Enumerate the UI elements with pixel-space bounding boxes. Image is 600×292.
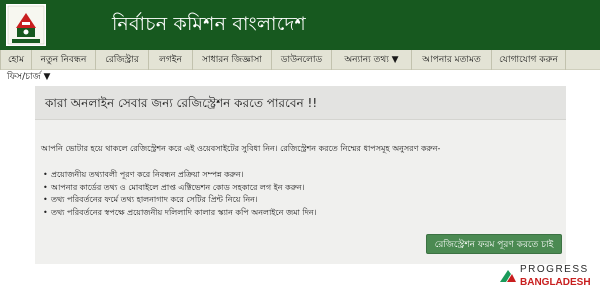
list-item: তথ্য পরিবর্তনের ফর্মে তথ্য হালনাগাদ করে …	[43, 194, 317, 207]
nav-fees-charges-dropdown[interactable]: ফিস/চার্জ ▼	[0, 70, 70, 87]
watermark-line-1: PROGRESS	[520, 264, 589, 275]
list-item: আপনার কার্ডের তথ্য ও মোবাইলে প্রাপ্ত এক্…	[43, 182, 317, 195]
watermark-line-2: BANGLADESH	[520, 277, 591, 288]
intro-text: আপনি ভোটার হয়ে থাকলে রেজিস্ট্রেশন করে এ…	[41, 144, 441, 153]
secondary-nav: ফিস/চার্জ ▼	[0, 70, 600, 87]
progress-bangladesh-logo-icon	[500, 270, 516, 282]
page-title: কারা অনলাইন সেবার জন্য রেজিস্ট্রেশন করতে…	[45, 96, 318, 110]
nav-other-info-dropdown[interactable]: অন্যান্য তথ্য ▼	[332, 50, 412, 70]
site-title: নির্বাচন কমিশন বাংলাদেশ	[112, 13, 306, 35]
nav-faq[interactable]: সাধারন জিজ্ঞাসা	[193, 50, 272, 70]
nav-login[interactable]: লগইন	[149, 50, 193, 70]
panel-header: কারা অনলাইন সেবার জন্য রেজিস্ট্রেশন করতে…	[35, 86, 566, 120]
fill-registration-form-button[interactable]: রেজিস্ট্রেশন ফরম পূরণ করতে চাই	[426, 234, 562, 254]
nav-new-registration[interactable]: নতুন নিবন্ধন	[32, 50, 96, 70]
steps-list: প্রয়োজনীয় তথ্যাবলী পূরণ করে নিবন্ধন প্…	[43, 169, 317, 219]
nav-registrar[interactable]: রেজিস্ট্রার	[96, 50, 149, 70]
list-item: প্রয়োজনীয় তথ্যাবলী পূরণ করে নিবন্ধন প্…	[43, 169, 317, 182]
nav-contact[interactable]: যোগাযোগ করুন	[492, 50, 566, 70]
nav-your-opinion[interactable]: আপনার মতামত	[412, 50, 492, 70]
nav-home[interactable]: হোম	[0, 50, 32, 70]
nav-download[interactable]: ডাউনলোড	[272, 50, 332, 70]
watermark: PROGRESS BANGLADESH	[496, 262, 600, 292]
list-item: তথ্য পরিবর্তনের স্বপক্ষে প্রয়োজনীয় দলি…	[43, 207, 317, 220]
main-nav: হোম নতুন নিবন্ধন রেজিস্ট্রার লগইন সাধারন…	[0, 50, 600, 70]
site-header: নির্বাচন কমিশন বাংলাদেশ	[0, 0, 600, 50]
election-commission-emblem-icon[interactable]	[4, 2, 48, 48]
registration-info-panel: কারা অনলাইন সেবার জন্য রেজিস্ট্রেশন করতে…	[35, 86, 566, 264]
